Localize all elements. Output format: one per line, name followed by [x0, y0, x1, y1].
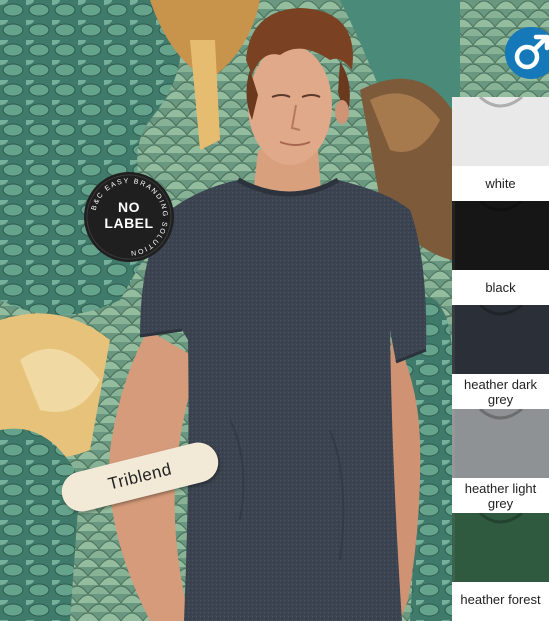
- color-swatch[interactable]: heather light grey: [452, 409, 549, 513]
- badge-line-no: NO: [118, 199, 140, 215]
- swatch-shirt-image: [452, 305, 549, 374]
- color-swatch[interactable]: heather dark grey: [452, 305, 549, 409]
- swatch-color-label: black: [485, 280, 516, 295]
- swatch-shirt-image: [452, 201, 549, 270]
- badge-title: NO LABEL: [84, 199, 174, 231]
- product-card: B&C EASY BRANDING SOLUTION NO LABEL Trib…: [0, 0, 549, 621]
- swatch-shirt-image: [452, 97, 549, 166]
- swatch-color-label: white: [485, 176, 516, 191]
- color-swatch-list: white black heather dark grey heather light…: [452, 97, 549, 621]
- badge-line-label: LABEL: [104, 215, 154, 231]
- color-swatch[interactable]: black: [452, 201, 549, 305]
- color-swatch[interactable]: white: [452, 97, 549, 201]
- swatch-color-label: heather forest: [460, 592, 541, 607]
- swatch-color-label: heather light grey: [464, 480, 537, 511]
- no-label-badge: B&C EASY BRANDING SOLUTION NO LABEL: [84, 172, 174, 262]
- male-symbol-icon: [505, 27, 549, 79]
- color-swatch[interactable]: heather forest: [452, 513, 549, 617]
- swatch-shirt-image: [452, 409, 549, 478]
- swatch-color-label: heather dark grey: [464, 376, 537, 407]
- swatch-shirt-image: [452, 513, 549, 582]
